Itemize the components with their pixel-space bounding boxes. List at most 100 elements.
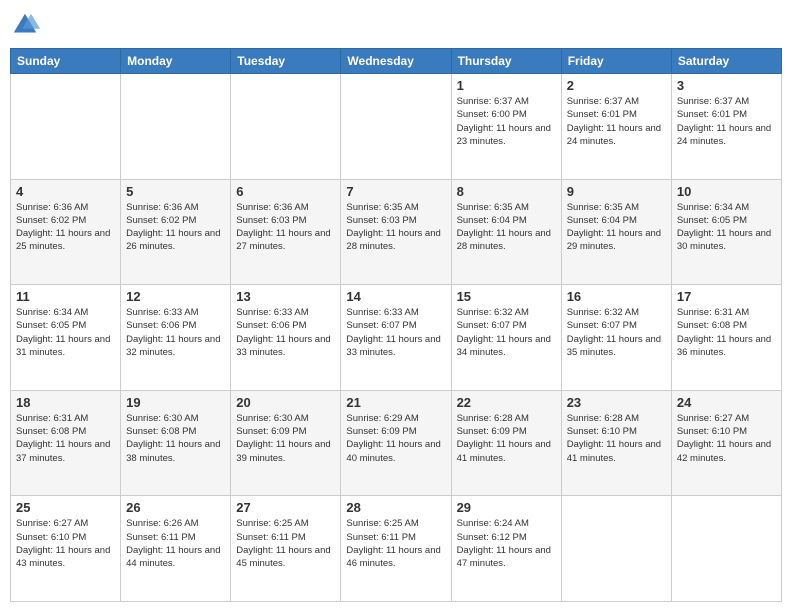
day-number: 27: [236, 500, 335, 515]
day-number: 5: [126, 184, 225, 199]
day-number: 24: [677, 395, 776, 410]
day-number: 19: [126, 395, 225, 410]
day-number: 13: [236, 289, 335, 304]
table-row: 20 Sunrise: 6:30 AM Sunset: 6:09 PM Dayli…: [231, 390, 341, 496]
table-row: 27 Sunrise: 6:25 AM Sunset: 6:11 PM Dayli…: [231, 496, 341, 602]
table-row: 18 Sunrise: 6:31 AM Sunset: 6:08 PM Dayli…: [11, 390, 121, 496]
table-row: 3 Sunrise: 6:37 AM Sunset: 6:01 PM Daylig…: [671, 74, 781, 180]
table-row: [561, 496, 671, 602]
calendar-week-row: 4 Sunrise: 6:36 AM Sunset: 6:02 PM Daylig…: [11, 179, 782, 285]
day-number: 21: [346, 395, 445, 410]
day-number: 26: [126, 500, 225, 515]
day-number: 18: [16, 395, 115, 410]
day-info: Sunrise: 6:35 AM Sunset: 6:04 PM Dayligh…: [567, 201, 666, 254]
day-number: 6: [236, 184, 335, 199]
table-row: 17 Sunrise: 6:31 AM Sunset: 6:08 PM Dayli…: [671, 285, 781, 391]
table-row: [341, 74, 451, 180]
table-row: 6 Sunrise: 6:36 AM Sunset: 6:03 PM Daylig…: [231, 179, 341, 285]
day-number: 20: [236, 395, 335, 410]
calendar-week-row: 25Sunrise: 6:27 AM Sunset: 6:10 PM Dayli…: [11, 496, 782, 602]
day-info: Sunrise: 6:28 AM Sunset: 6:09 PM Dayligh…: [457, 412, 556, 465]
day-number: 3: [677, 78, 776, 93]
calendar-week-row: 18 Sunrise: 6:31 AM Sunset: 6:08 PM Dayli…: [11, 390, 782, 496]
day-info: Sunrise: 6:25 AM Sunset: 6:11 PM Dayligh…: [236, 517, 335, 570]
day-info: Sunrise: 6:35 AM Sunset: 6:03 PM Dayligh…: [346, 201, 445, 254]
day-info: Sunrise: 6:31 AM Sunset: 6:08 PM Dayligh…: [677, 306, 776, 359]
day-info: Sunrise: 6:34 AM Sunset: 6:05 PM Dayligh…: [16, 306, 115, 359]
day-info: Sunrise: 6:35 AM Sunset: 6:04 PM Dayligh…: [457, 201, 556, 254]
day-number: 2: [567, 78, 666, 93]
table-row: 19 Sunrise: 6:30 AM Sunset: 6:08 PM Dayli…: [121, 390, 231, 496]
table-row: 12 Sunrise: 6:33 AM Sunset: 6:06 PM Dayli…: [121, 285, 231, 391]
col-header-friday: Friday: [561, 49, 671, 74]
day-info: Sunrise: 6:33 AM Sunset: 6:06 PM Dayligh…: [236, 306, 335, 359]
calendar-table: Sunday Monday Tuesday Wednesday Thursday…: [10, 48, 782, 602]
day-number: 9: [567, 184, 666, 199]
day-number: 22: [457, 395, 556, 410]
table-row: 10 Sunrise: 6:34 AM Sunset: 6:05 PM Dayli…: [671, 179, 781, 285]
day-info: Sunrise: 6:27 AM Sunset: 6:10 PM Dayligh…: [677, 412, 776, 465]
day-number: 29: [457, 500, 556, 515]
day-info: Sunrise: 6:37 AM Sunset: 6:00 PM Dayligh…: [457, 95, 556, 148]
day-number: 17: [677, 289, 776, 304]
calendar-header-row: Sunday Monday Tuesday Wednesday Thursday…: [11, 49, 782, 74]
day-info: Sunrise: 6:36 AM Sunset: 6:02 PM Dayligh…: [126, 201, 225, 254]
table-row: [121, 74, 231, 180]
table-row: 22 Sunrise: 6:28 AM Sunset: 6:09 PM Dayli…: [451, 390, 561, 496]
table-row: 1Sunrise: 6:37 AM Sunset: 6:00 PM Daylig…: [451, 74, 561, 180]
table-row: 29 Sunrise: 6:24 AM Sunset: 6:12 PM Dayli…: [451, 496, 561, 602]
day-info: Sunrise: 6:33 AM Sunset: 6:07 PM Dayligh…: [346, 306, 445, 359]
day-info: Sunrise: 6:32 AM Sunset: 6:07 PM Dayligh…: [457, 306, 556, 359]
table-row: 24 Sunrise: 6:27 AM Sunset: 6:10 PM Dayli…: [671, 390, 781, 496]
table-row: [671, 496, 781, 602]
day-info: Sunrise: 6:34 AM Sunset: 6:05 PM Dayligh…: [677, 201, 776, 254]
day-info: Sunrise: 6:36 AM Sunset: 6:02 PM Dayligh…: [16, 201, 115, 254]
col-header-saturday: Saturday: [671, 49, 781, 74]
day-info: Sunrise: 6:26 AM Sunset: 6:11 PM Dayligh…: [126, 517, 225, 570]
day-number: 8: [457, 184, 556, 199]
logo: [10, 10, 44, 40]
table-row: 9 Sunrise: 6:35 AM Sunset: 6:04 PM Daylig…: [561, 179, 671, 285]
table-row: [11, 74, 121, 180]
col-header-wednesday: Wednesday: [341, 49, 451, 74]
day-number: 16: [567, 289, 666, 304]
table-row: 5 Sunrise: 6:36 AM Sunset: 6:02 PM Daylig…: [121, 179, 231, 285]
table-row: 21 Sunrise: 6:29 AM Sunset: 6:09 PM Dayli…: [341, 390, 451, 496]
day-number: 28: [346, 500, 445, 515]
day-info: Sunrise: 6:33 AM Sunset: 6:06 PM Dayligh…: [126, 306, 225, 359]
table-row: 14Sunrise: 6:33 AM Sunset: 6:07 PM Dayli…: [341, 285, 451, 391]
table-row: 8 Sunrise: 6:35 AM Sunset: 6:04 PM Daylig…: [451, 179, 561, 285]
day-info: Sunrise: 6:37 AM Sunset: 6:01 PM Dayligh…: [677, 95, 776, 148]
day-info: Sunrise: 6:29 AM Sunset: 6:09 PM Dayligh…: [346, 412, 445, 465]
day-number: 25: [16, 500, 115, 515]
table-row: 25Sunrise: 6:27 AM Sunset: 6:10 PM Dayli…: [11, 496, 121, 602]
table-row: 4 Sunrise: 6:36 AM Sunset: 6:02 PM Daylig…: [11, 179, 121, 285]
col-header-monday: Monday: [121, 49, 231, 74]
table-row: 23Sunrise: 6:28 AM Sunset: 6:10 PM Dayli…: [561, 390, 671, 496]
day-number: 12: [126, 289, 225, 304]
day-number: 4: [16, 184, 115, 199]
day-number: 11: [16, 289, 115, 304]
logo-icon: [10, 10, 40, 40]
day-info: Sunrise: 6:32 AM Sunset: 6:07 PM Dayligh…: [567, 306, 666, 359]
day-info: Sunrise: 6:31 AM Sunset: 6:08 PM Dayligh…: [16, 412, 115, 465]
day-number: 7: [346, 184, 445, 199]
day-info: Sunrise: 6:30 AM Sunset: 6:08 PM Dayligh…: [126, 412, 225, 465]
day-info: Sunrise: 6:30 AM Sunset: 6:09 PM Dayligh…: [236, 412, 335, 465]
day-number: 10: [677, 184, 776, 199]
day-info: Sunrise: 6:36 AM Sunset: 6:03 PM Dayligh…: [236, 201, 335, 254]
table-row: 7 Sunrise: 6:35 AM Sunset: 6:03 PM Daylig…: [341, 179, 451, 285]
col-header-sunday: Sunday: [11, 49, 121, 74]
table-row: 15Sunrise: 6:32 AM Sunset: 6:07 PM Dayli…: [451, 285, 561, 391]
col-header-tuesday: Tuesday: [231, 49, 341, 74]
day-info: Sunrise: 6:24 AM Sunset: 6:12 PM Dayligh…: [457, 517, 556, 570]
table-row: 28 Sunrise: 6:25 AM Sunset: 6:11 PM Dayli…: [341, 496, 451, 602]
day-info: Sunrise: 6:25 AM Sunset: 6:11 PM Dayligh…: [346, 517, 445, 570]
table-row: 26 Sunrise: 6:26 AM Sunset: 6:11 PM Dayli…: [121, 496, 231, 602]
table-row: 11 Sunrise: 6:34 AM Sunset: 6:05 PM Dayli…: [11, 285, 121, 391]
day-number: 23: [567, 395, 666, 410]
header: [10, 10, 782, 40]
table-row: 13 Sunrise: 6:33 AM Sunset: 6:06 PM Dayli…: [231, 285, 341, 391]
table-row: 2Sunrise: 6:37 AM Sunset: 6:01 PM Daylig…: [561, 74, 671, 180]
table-row: [231, 74, 341, 180]
